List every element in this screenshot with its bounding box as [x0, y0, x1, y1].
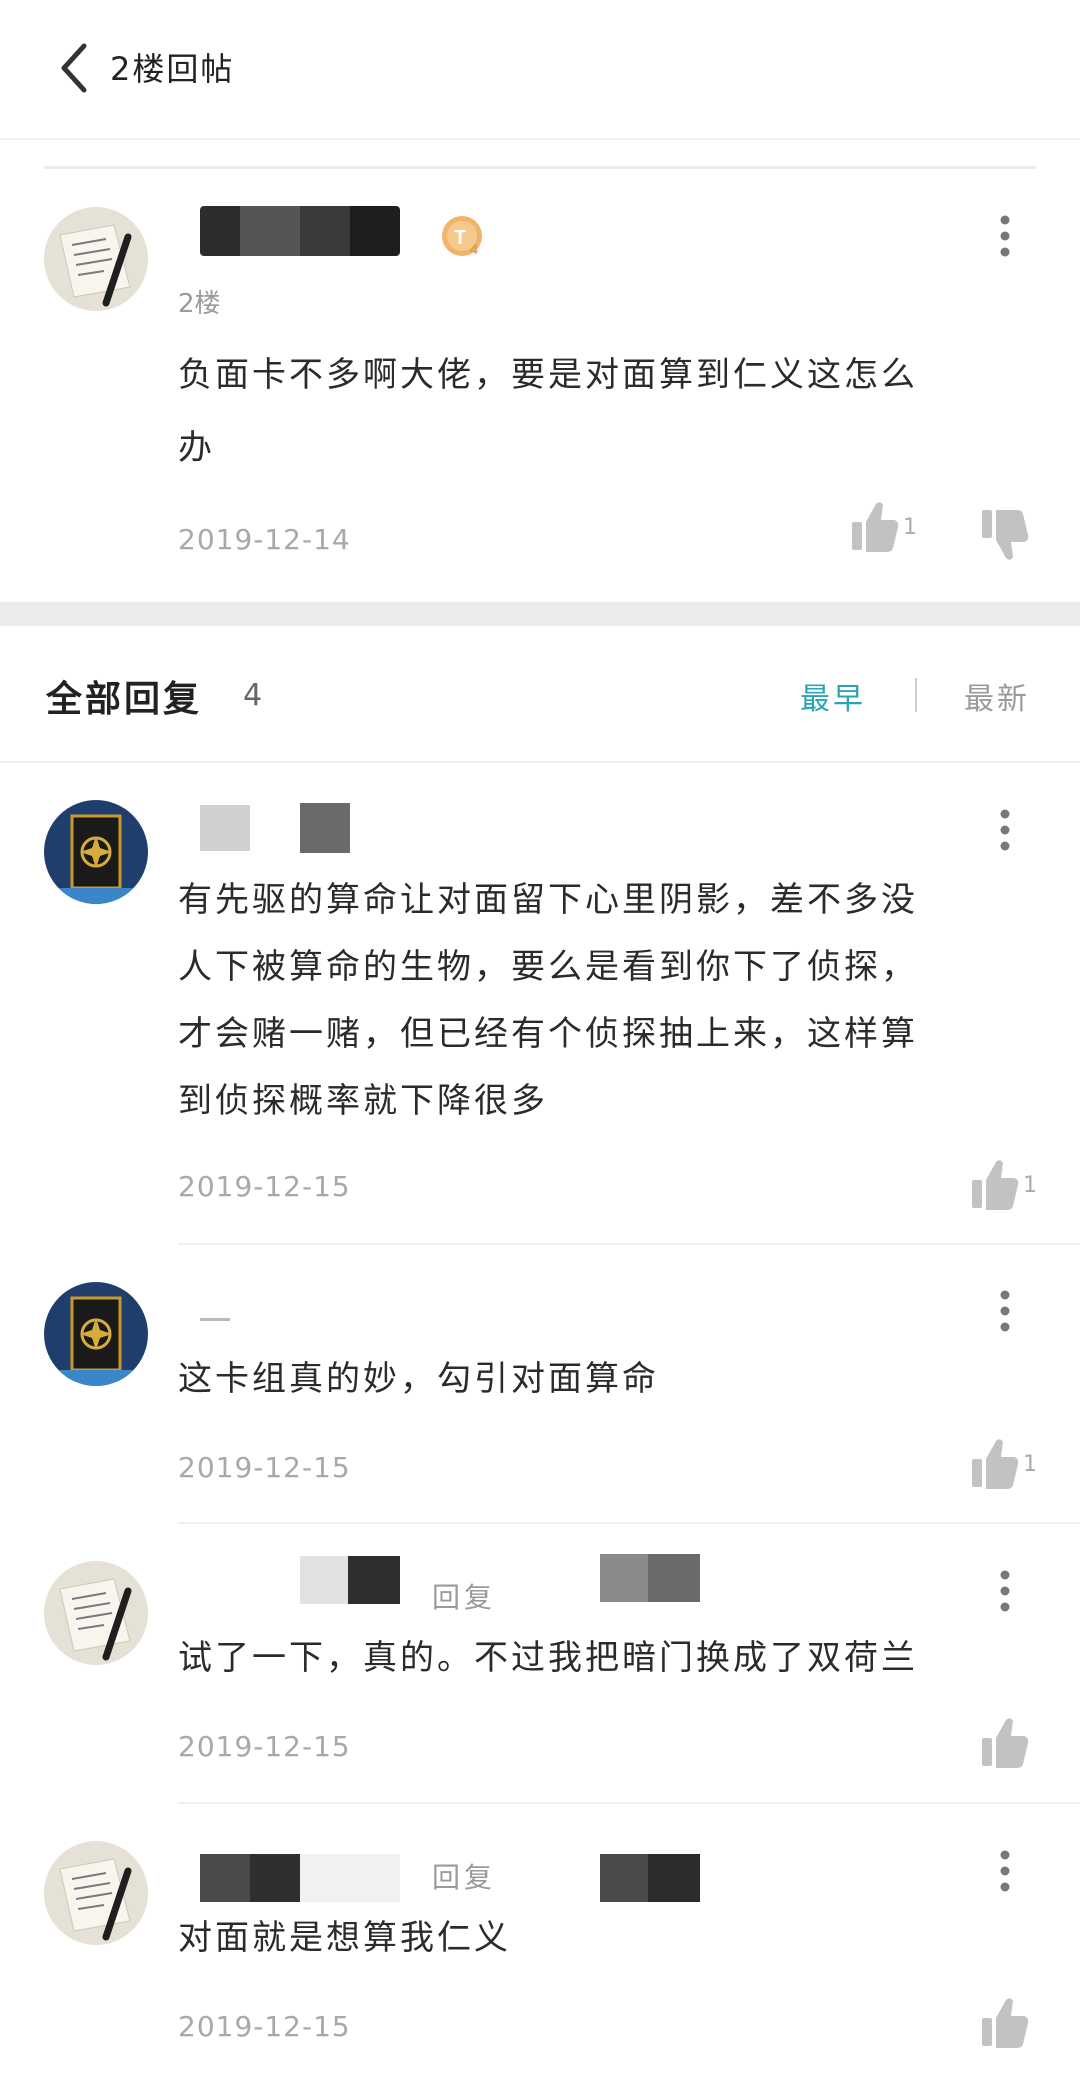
- divider: [178, 1522, 1080, 1524]
- page-title: 2楼回帖: [110, 50, 235, 88]
- more-options-button[interactable]: [993, 806, 1017, 854]
- thumbs-down-icon: [982, 510, 1029, 560]
- like-button[interactable]: [980, 1716, 1030, 1772]
- more-vertical-icon: [1000, 215, 1010, 257]
- thumbs-up-icon: [972, 1439, 1019, 1489]
- more-vertical-icon: [1000, 1570, 1010, 1612]
- avatar[interactable]: [44, 1561, 148, 1665]
- thumbs-up-icon: [982, 1998, 1029, 2048]
- replies-title: 全部回复: [46, 679, 203, 720]
- reply-content-line: 到侦探概率就下降很多: [178, 1081, 548, 1121]
- reply-content-line: 试了一下，真的。不过我把暗门换成了双荷兰: [178, 1638, 918, 1678]
- thumbs-up-icon: [852, 502, 899, 552]
- username-redacted[interactable]: [200, 1318, 230, 1321]
- reply-to-label: 回复: [432, 1861, 497, 1894]
- thumbs-up-icon: [972, 1160, 1019, 1210]
- username-redacted: [300, 803, 350, 853]
- reply-to-label: 回复: [432, 1581, 497, 1614]
- reply-date: 2019-12-15: [178, 1730, 351, 1763]
- avatar-image: [44, 1561, 148, 1665]
- divider: [178, 1243, 1080, 1245]
- thumbs-up-icon: [982, 1718, 1029, 1768]
- svg-text:4: 4: [470, 241, 478, 257]
- like-count: 1: [1023, 1173, 1037, 1198]
- avatar-image: [44, 207, 148, 311]
- avatar[interactable]: [44, 1282, 148, 1386]
- avatar[interactable]: [44, 207, 148, 311]
- username-redacted[interactable]: [200, 805, 250, 851]
- avatar-image: [44, 800, 148, 904]
- divider: [0, 761, 1080, 763]
- username-redacted[interactable]: [300, 1556, 400, 1604]
- reply-date: 2019-12-15: [178, 1451, 351, 1484]
- post-content-line: 负面卡不多啊大佬，要是对面算到仁义这怎么: [178, 355, 918, 395]
- reply-content-line: 这卡组真的妙，勾引对面算命: [178, 1359, 659, 1399]
- avatar-image: [44, 1841, 148, 1945]
- reply-date: 2019-12-15: [178, 1170, 351, 1203]
- more-vertical-icon: [1000, 809, 1010, 851]
- reply-content-line: 人下被算命的生物，要么是看到你下了侦探，: [178, 947, 918, 987]
- like-button[interactable]: [970, 1158, 1020, 1214]
- section-divider: [0, 602, 1080, 626]
- avatar[interactable]: [44, 1841, 148, 1945]
- divider: [44, 166, 1036, 169]
- username-redacted[interactable]: [200, 1854, 400, 1902]
- sort-separator: [915, 678, 917, 712]
- like-button[interactable]: [850, 500, 900, 556]
- post-date: 2019-12-14: [178, 523, 351, 556]
- svg-text:T: T: [454, 227, 466, 249]
- replies-count: 4: [243, 678, 263, 713]
- level-badge-icon: T 4: [442, 216, 482, 257]
- more-options-button[interactable]: [993, 1847, 1017, 1895]
- back-button[interactable]: [52, 38, 102, 98]
- reply-content-line: 有先驱的算命让对面留下心里阴影，差不多没: [178, 880, 918, 920]
- sort-earliest-tab[interactable]: 最早: [800, 674, 866, 718]
- like-button[interactable]: [980, 1996, 1030, 2052]
- floor-label: 2楼: [178, 289, 221, 319]
- sort-latest-tab[interactable]: 最新: [964, 674, 1030, 718]
- chevron-left-icon: [61, 43, 87, 93]
- more-vertical-icon: [1000, 1290, 1010, 1332]
- post-content-line: 办: [178, 428, 215, 468]
- divider: [178, 1802, 1080, 1804]
- avatar[interactable]: [44, 800, 148, 904]
- reply-target-redacted[interactable]: [600, 1854, 700, 1902]
- more-options-button[interactable]: [993, 1567, 1017, 1615]
- reply-content-line: 对面就是想算我仁义: [178, 1918, 511, 1958]
- like-count: 1: [1023, 1452, 1037, 1477]
- reply-content-line: 才会赌一赌，但已经有个侦探抽上来，这样算: [178, 1014, 918, 1054]
- more-options-button[interactable]: [993, 1287, 1017, 1335]
- more-options-button[interactable]: [993, 212, 1017, 260]
- dislike-button[interactable]: [980, 506, 1030, 562]
- reply-target-redacted[interactable]: [600, 1554, 700, 1602]
- like-count: 1: [903, 515, 917, 540]
- level-badge: T 4: [440, 214, 488, 262]
- username-redacted[interactable]: [200, 206, 400, 256]
- like-button[interactable]: [970, 1437, 1020, 1493]
- reply-date: 2019-12-15: [178, 2010, 351, 2043]
- avatar-image: [44, 1282, 148, 1386]
- more-vertical-icon: [1000, 1850, 1010, 1892]
